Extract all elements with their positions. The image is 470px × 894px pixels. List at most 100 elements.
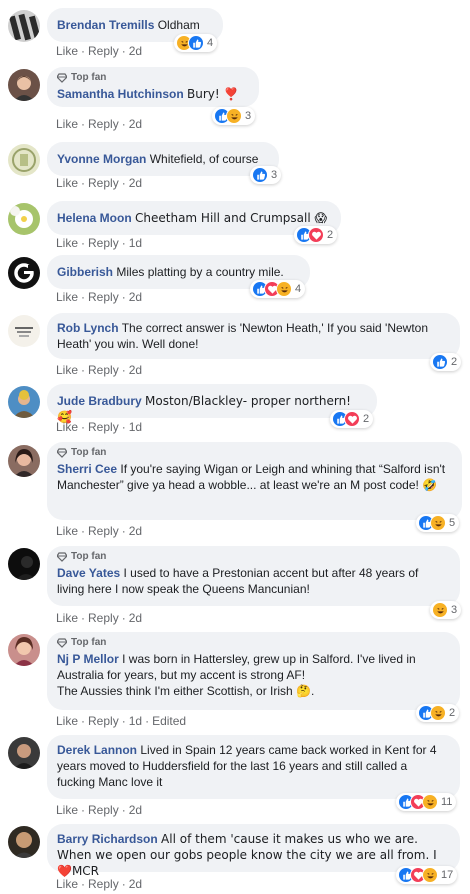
reaction-summary[interactable]: 2	[416, 704, 460, 722]
comment-text: Bury! ❣️	[187, 87, 239, 101]
haha-react-icon	[276, 281, 292, 297]
haha-react-icon	[430, 705, 446, 721]
reaction-summary[interactable]: 4	[250, 280, 306, 298]
avatar[interactable]	[8, 10, 40, 42]
comment-time[interactable]: 1d	[129, 420, 142, 434]
like-link[interactable]: Like	[56, 236, 78, 250]
avatar[interactable]	[8, 634, 40, 666]
avatar[interactable]	[8, 737, 40, 769]
like-link[interactable]: Like	[56, 290, 78, 304]
reaction-summary[interactable]: 2	[430, 353, 462, 371]
reaction-summary[interactable]: 17	[396, 866, 458, 884]
avatar[interactable]	[8, 445, 40, 477]
like-react-icon	[252, 167, 268, 183]
reply-link[interactable]: Reply	[88, 236, 119, 250]
haha-react-icon	[422, 794, 438, 810]
like-link[interactable]: Like	[56, 803, 78, 817]
comment-author[interactable]: Derek Lannon	[57, 743, 137, 757]
comment-author[interactable]: Nj P Mellor	[57, 652, 119, 666]
comment-time[interactable]: 2d	[129, 290, 142, 304]
comment-actions: Like · Reply · 1d · Edited	[56, 714, 187, 728]
reaction-summary[interactable]: 11	[396, 793, 457, 811]
comment-actions: Like · Reply · 2d	[56, 44, 143, 58]
like-link[interactable]: Like	[56, 44, 78, 58]
reply-link[interactable]: Reply	[88, 420, 119, 434]
comment-time[interactable]: 2d	[129, 363, 142, 377]
comment-bubble: Jude Bradbury Moston/Blackley- proper no…	[47, 384, 377, 424]
avatar[interactable]	[8, 69, 40, 101]
avatar[interactable]	[8, 203, 40, 235]
reaction-count: 2	[327, 229, 334, 241]
reply-link[interactable]: Reply	[88, 44, 119, 58]
avatar[interactable]	[8, 315, 40, 347]
comment-author[interactable]: Rob Lynch	[57, 321, 119, 335]
reaction-summary[interactable]: 5	[416, 514, 460, 532]
comment-bubble: Derek Lannon Lived in Spain 12 years cam…	[47, 735, 460, 799]
comment-bubble: Top fan Samantha Hutchinson Bury! ❣️	[47, 67, 259, 107]
comment-author[interactable]: Sherri Cee	[57, 462, 117, 476]
reply-link[interactable]: Reply	[88, 176, 119, 190]
reaction-count: 11	[441, 796, 453, 808]
like-react-icon	[432, 354, 448, 370]
haha-react-icon	[422, 867, 438, 883]
like-link[interactable]: Like	[56, 877, 78, 891]
love-react-icon	[344, 411, 360, 427]
comment-time[interactable]: 2d	[129, 803, 142, 817]
comment-bubble: Barry Richardson All of them 'cause it m…	[47, 824, 460, 878]
avatar[interactable]	[8, 826, 40, 858]
comment-author[interactable]: Yvonne Morgan	[57, 152, 146, 166]
comment-author[interactable]: Brendan Tremills	[57, 18, 154, 32]
reply-link[interactable]: Reply	[88, 524, 119, 538]
comment-time[interactable]: 2d	[129, 877, 142, 891]
comment-author[interactable]: Samantha Hutchinson	[57, 87, 184, 101]
reaction-summary[interactable]: 2	[294, 226, 338, 244]
diamond-icon	[57, 448, 67, 458]
comment-author[interactable]: Barry Richardson	[57, 832, 158, 846]
avatar[interactable]	[8, 144, 40, 176]
reply-link[interactable]: Reply	[88, 714, 119, 728]
diamond-icon	[57, 552, 67, 562]
reaction-count: 3	[451, 604, 458, 616]
comment-time[interactable]: 2d	[129, 44, 142, 58]
comment-time[interactable]: 1d	[129, 236, 142, 250]
comment-time[interactable]: 2d	[129, 524, 142, 538]
comment-author[interactable]: Dave Yates	[57, 566, 120, 580]
like-link[interactable]: Like	[56, 611, 78, 625]
comment-time[interactable]: 2d	[129, 611, 142, 625]
reaction-summary[interactable]: 3	[250, 166, 282, 184]
comment-time[interactable]: 2d	[129, 176, 142, 190]
reaction-summary[interactable]: 4	[174, 34, 218, 52]
like-link[interactable]: Like	[56, 117, 78, 131]
comment-actions: Like · Reply · 1d	[56, 236, 143, 250]
avatar[interactable]	[8, 257, 40, 289]
reply-link[interactable]: Reply	[88, 363, 119, 377]
reaction-count: 2	[449, 707, 456, 719]
comment-actions: Like · Reply · 2d	[56, 524, 143, 538]
comment-actions: Like · Reply · 2d	[56, 877, 143, 891]
top-fan-badge: Top fan	[57, 72, 247, 84]
comment-actions: Like · Reply · 2d	[56, 611, 143, 625]
comment-author[interactable]: Helena Moon	[57, 211, 132, 225]
reaction-summary[interactable]: 2	[330, 410, 374, 428]
avatar[interactable]	[8, 548, 40, 580]
reaction-count: 17	[441, 869, 454, 881]
top-fan-badge: Top fan	[57, 551, 448, 563]
comment-time[interactable]: 1d	[129, 714, 142, 728]
reply-link[interactable]: Reply	[88, 803, 119, 817]
edited-label[interactable]: Edited	[152, 714, 186, 728]
reaction-summary[interactable]: 3	[212, 107, 256, 125]
comment-time[interactable]: 2d	[129, 117, 142, 131]
avatar[interactable]	[8, 386, 40, 418]
reply-link[interactable]: Reply	[88, 290, 119, 304]
comment-author[interactable]: Gibberish	[57, 265, 113, 279]
comment-author[interactable]: Jude Bradbury	[57, 394, 142, 408]
like-link[interactable]: Like	[56, 420, 78, 434]
like-link[interactable]: Like	[56, 714, 78, 728]
reply-link[interactable]: Reply	[88, 611, 119, 625]
like-link[interactable]: Like	[56, 363, 78, 377]
like-link[interactable]: Like	[56, 524, 78, 538]
reply-link[interactable]: Reply	[88, 877, 119, 891]
reaction-summary[interactable]: 3	[430, 601, 462, 619]
reply-link[interactable]: Reply	[88, 117, 119, 131]
like-link[interactable]: Like	[56, 176, 78, 190]
